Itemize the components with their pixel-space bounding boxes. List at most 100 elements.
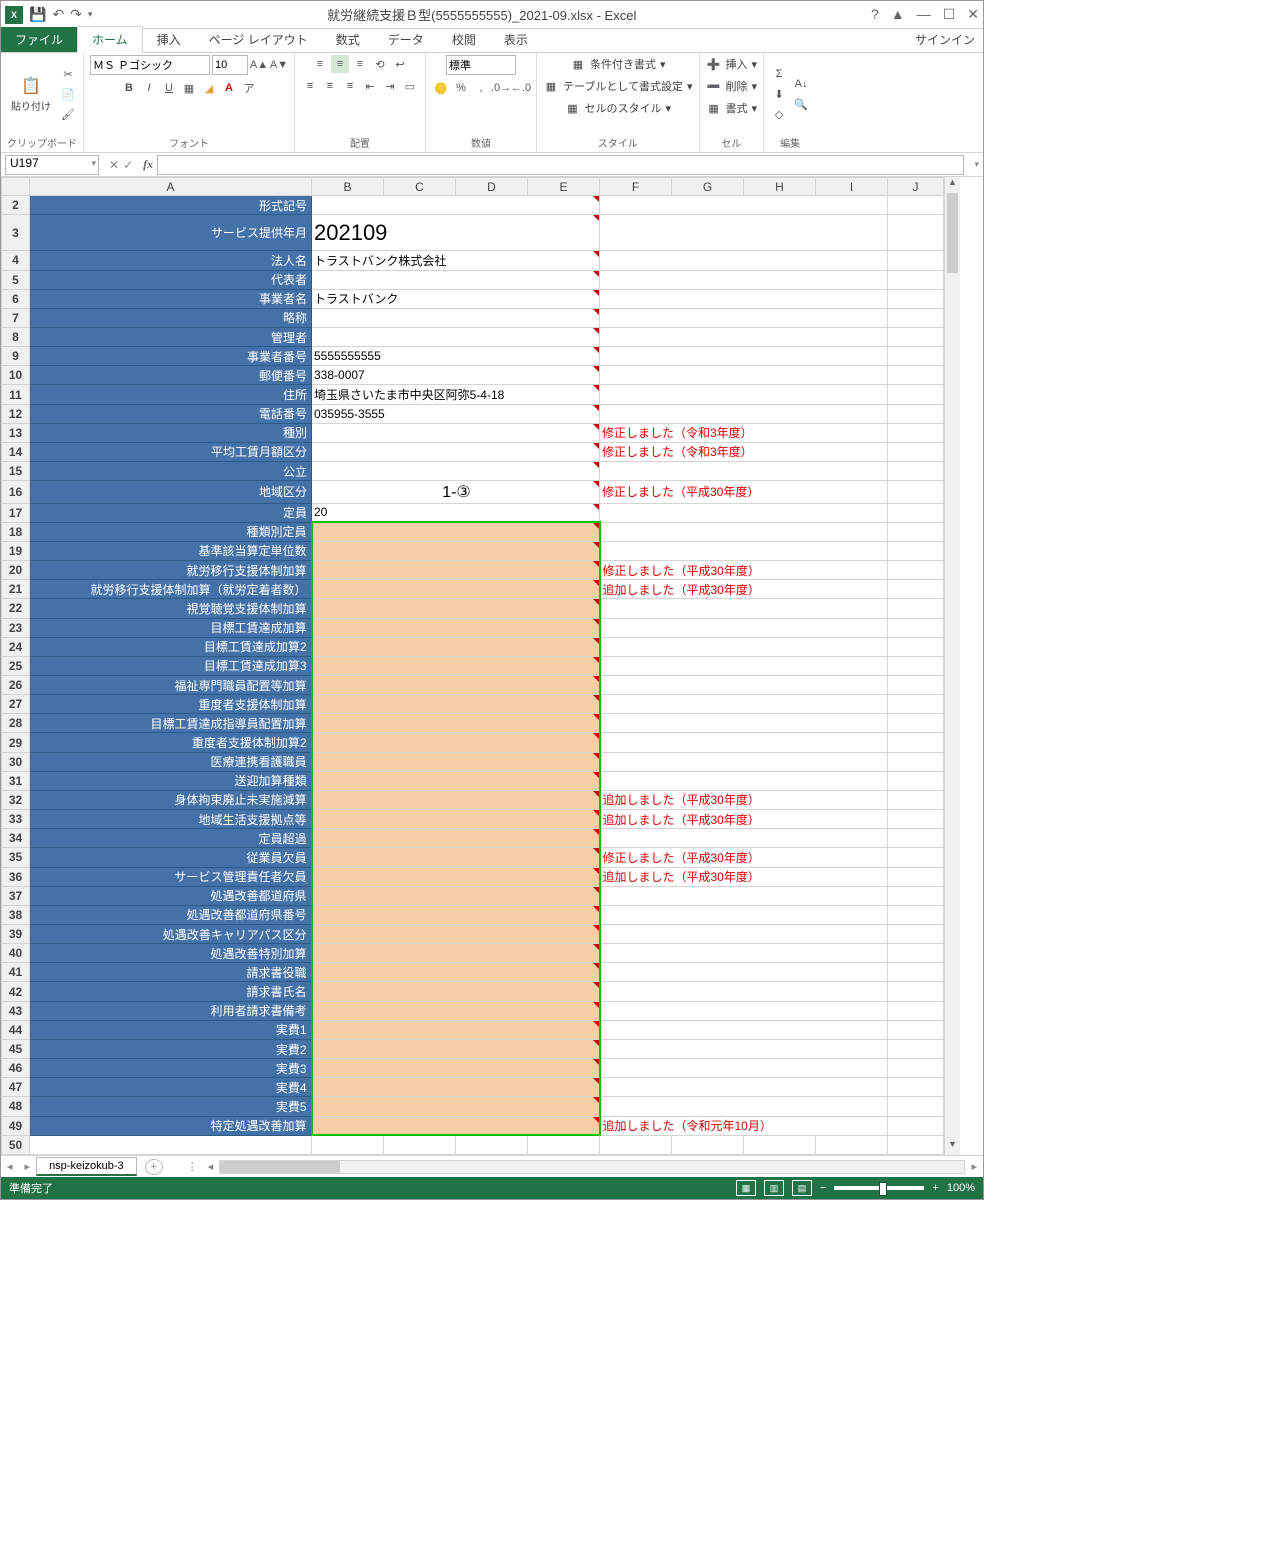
cell[interactable] bbox=[888, 752, 944, 771]
row-label[interactable]: 就労移行支援体制加算 bbox=[30, 561, 312, 580]
help-icon[interactable]: ? bbox=[871, 6, 879, 23]
sign-in-link[interactable]: サインイン bbox=[907, 27, 983, 52]
cancel-formula-icon[interactable]: ✕ bbox=[109, 158, 119, 172]
ribbon-options-icon[interactable]: ▲ bbox=[891, 6, 905, 23]
vertical-scrollbar[interactable]: ▲ ▼ bbox=[944, 177, 960, 1155]
row-header[interactable]: 23 bbox=[2, 618, 30, 637]
cell[interactable] bbox=[888, 541, 944, 560]
row-value[interactable] bbox=[312, 982, 600, 1001]
row-header[interactable]: 36 bbox=[2, 867, 30, 886]
col-header-G[interactable]: G bbox=[672, 178, 744, 196]
row-value[interactable] bbox=[312, 829, 600, 848]
row-header[interactable]: 39 bbox=[2, 925, 30, 944]
merge-cells-icon[interactable]: ▭ bbox=[401, 77, 419, 95]
row-label[interactable]: 平均工賃月額区分 bbox=[30, 442, 312, 461]
cell[interactable] bbox=[888, 675, 944, 694]
number-format-select[interactable] bbox=[446, 55, 516, 75]
cell[interactable] bbox=[312, 1135, 384, 1154]
minimize-icon[interactable]: — bbox=[917, 6, 931, 23]
row-label[interactable]: 送迎加算種類 bbox=[30, 771, 312, 790]
sort-filter-icon[interactable]: A↓ bbox=[792, 75, 810, 93]
cell[interactable] bbox=[888, 925, 944, 944]
row-header[interactable]: 32 bbox=[2, 790, 30, 809]
row-note[interactable] bbox=[600, 347, 888, 366]
col-header-I[interactable]: I bbox=[816, 178, 888, 196]
cell[interactable] bbox=[888, 1078, 944, 1097]
cell[interactable] bbox=[888, 656, 944, 675]
row-label[interactable]: 処遇改善キャリアパス区分 bbox=[30, 925, 312, 944]
cell[interactable] bbox=[30, 1135, 312, 1154]
cell[interactable] bbox=[888, 848, 944, 867]
row-value[interactable] bbox=[312, 675, 600, 694]
row-note[interactable]: 修正しました（平成30年度） bbox=[600, 848, 888, 867]
row-label[interactable]: 種別 bbox=[30, 423, 312, 442]
row-label[interactable]: 視覚聴覚支援体制加算 bbox=[30, 599, 312, 618]
row-header[interactable]: 20 bbox=[2, 561, 30, 580]
row-header[interactable]: 30 bbox=[2, 752, 30, 771]
row-note[interactable] bbox=[600, 925, 888, 944]
hscroll-thumb[interactable] bbox=[220, 1161, 340, 1173]
row-value[interactable] bbox=[312, 423, 600, 442]
cell[interactable] bbox=[888, 599, 944, 618]
row-note[interactable] bbox=[600, 503, 888, 522]
row-value[interactable]: 1-③ bbox=[312, 481, 600, 503]
col-header-B[interactable]: B bbox=[312, 178, 384, 196]
row-note[interactable] bbox=[600, 1078, 888, 1097]
format-as-table-button[interactable]: ▦テーブルとして書式設定 ▾ bbox=[543, 77, 693, 95]
row-note[interactable] bbox=[600, 599, 888, 618]
cell[interactable] bbox=[888, 347, 944, 366]
row-note[interactable] bbox=[600, 695, 888, 714]
cell[interactable] bbox=[888, 1135, 944, 1154]
row-header[interactable]: 27 bbox=[2, 695, 30, 714]
row-label[interactable]: 就労移行支援体制加算（就労定着者数） bbox=[30, 580, 312, 599]
cell[interactable] bbox=[888, 385, 944, 404]
tab-data[interactable]: データ bbox=[374, 27, 438, 52]
row-label[interactable]: 重度者支援体制加算2 bbox=[30, 733, 312, 752]
align-left-icon[interactable]: ≡ bbox=[301, 77, 319, 95]
row-note[interactable] bbox=[600, 1020, 888, 1039]
row-label[interactable]: 目標工賃達成加算 bbox=[30, 618, 312, 637]
row-header[interactable]: 16 bbox=[2, 481, 30, 503]
formula-input[interactable] bbox=[157, 155, 964, 175]
row-value[interactable] bbox=[312, 270, 600, 289]
row-note[interactable]: 追加しました（平成30年度） bbox=[600, 810, 888, 829]
tab-pagelayout[interactable]: ページ レイアウト bbox=[195, 27, 322, 52]
cell[interactable] bbox=[888, 289, 944, 308]
tab-home[interactable]: ホーム bbox=[77, 26, 143, 53]
row-value[interactable] bbox=[312, 886, 600, 905]
redo-icon[interactable]: ↷ bbox=[70, 6, 82, 23]
row-value[interactable] bbox=[312, 714, 600, 733]
clear-icon[interactable]: ◇ bbox=[770, 105, 788, 123]
row-value[interactable] bbox=[312, 1097, 600, 1116]
cell[interactable] bbox=[888, 771, 944, 790]
cell[interactable] bbox=[384, 1135, 456, 1154]
sheet-tab[interactable]: nsp-keizokub-3 bbox=[36, 1157, 137, 1176]
row-header[interactable]: 14 bbox=[2, 442, 30, 461]
row-label[interactable]: 実費2 bbox=[30, 1039, 312, 1058]
align-right-icon[interactable]: ≡ bbox=[341, 77, 359, 95]
cell[interactable] bbox=[888, 561, 944, 580]
row-label[interactable]: 特定処遇改善加算 bbox=[30, 1116, 312, 1135]
row-label[interactable]: 種類別定員 bbox=[30, 522, 312, 541]
row-note[interactable] bbox=[600, 462, 888, 481]
decrease-decimal-icon[interactable]: ←.0 bbox=[512, 79, 530, 97]
comma-format-icon[interactable]: , bbox=[472, 79, 490, 97]
cell[interactable] bbox=[888, 1097, 944, 1116]
cell[interactable] bbox=[528, 1135, 600, 1154]
row-header[interactable]: 50 bbox=[2, 1135, 30, 1154]
row-label[interactable]: 代表者 bbox=[30, 270, 312, 289]
sheet-nav-next-icon[interactable]: ▸ bbox=[19, 1160, 37, 1173]
cell[interactable] bbox=[888, 982, 944, 1001]
row-value[interactable] bbox=[312, 599, 600, 618]
row-value[interactable]: トラストバンク株式会社 bbox=[312, 251, 600, 270]
row-value[interactable]: 5555555555 bbox=[312, 347, 600, 366]
row-label[interactable]: 定員 bbox=[30, 503, 312, 522]
col-header-F[interactable]: F bbox=[600, 178, 672, 196]
row-label[interactable]: 法人名 bbox=[30, 251, 312, 270]
cell[interactable] bbox=[888, 944, 944, 963]
row-note[interactable]: 修正しました（平成30年度） bbox=[600, 481, 888, 503]
row-value[interactable] bbox=[312, 522, 600, 541]
increase-decimal-icon[interactable]: .0→ bbox=[492, 79, 510, 97]
row-note[interactable] bbox=[600, 215, 888, 251]
cell[interactable] bbox=[456, 1135, 528, 1154]
